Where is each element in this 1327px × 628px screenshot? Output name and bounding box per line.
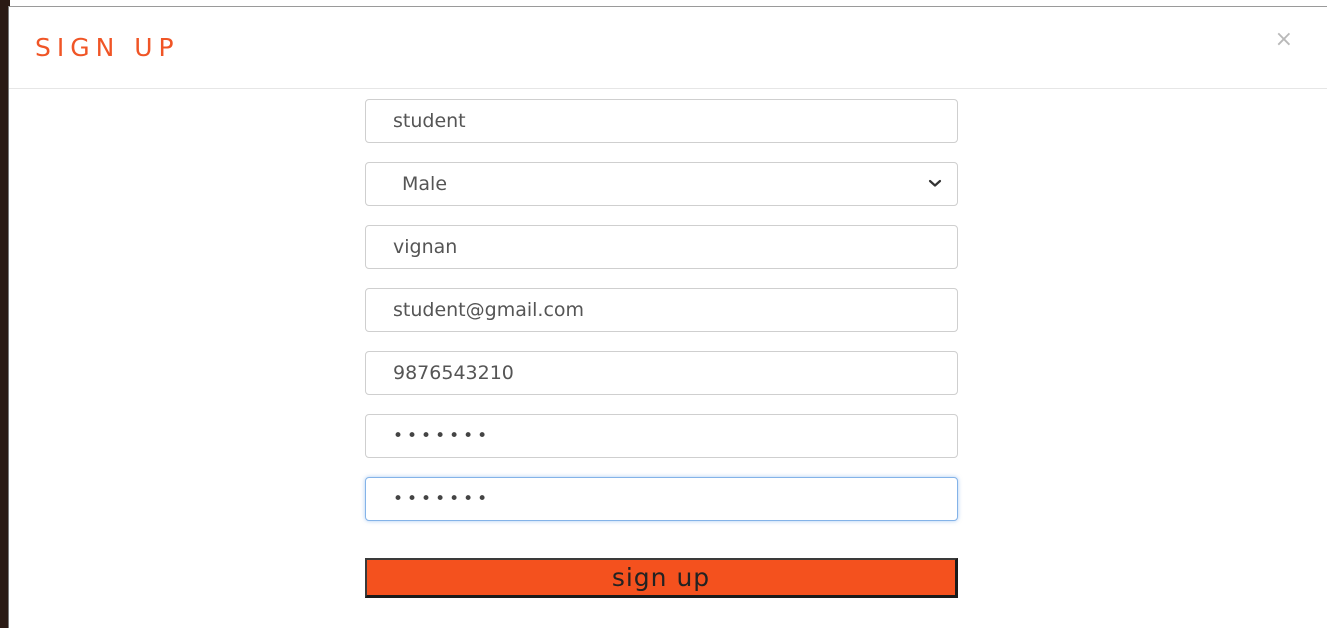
phone-input[interactable]: 9876543210	[365, 351, 958, 395]
close-icon[interactable]: ×	[1275, 29, 1293, 51]
phone-value: 9876543210	[393, 362, 514, 384]
name-value: student	[393, 110, 466, 132]
email-input[interactable]: student@gmail.com	[365, 288, 958, 332]
modal-header: SIGN UP ×	[9, 7, 1327, 89]
signup-form: student Male vignan student@gmail.com 98…	[365, 99, 958, 540]
confirm-password-input[interactable]: •••••••	[365, 477, 958, 521]
modal-title: SIGN UP	[35, 33, 180, 62]
name-input[interactable]: student	[365, 99, 958, 143]
email-value: student@gmail.com	[393, 299, 585, 321]
gender-select[interactable]: Male	[365, 162, 958, 206]
chevron-down-icon	[928, 179, 942, 187]
confirm-password-value: •••••••	[393, 489, 492, 509]
college-input[interactable]: vignan	[365, 225, 958, 269]
college-value: vignan	[393, 236, 458, 258]
gender-value: Male	[402, 173, 448, 195]
password-value: •••••••	[393, 426, 492, 446]
password-input[interactable]: •••••••	[365, 414, 958, 458]
sign-up-button[interactable]: sign up	[365, 558, 958, 598]
